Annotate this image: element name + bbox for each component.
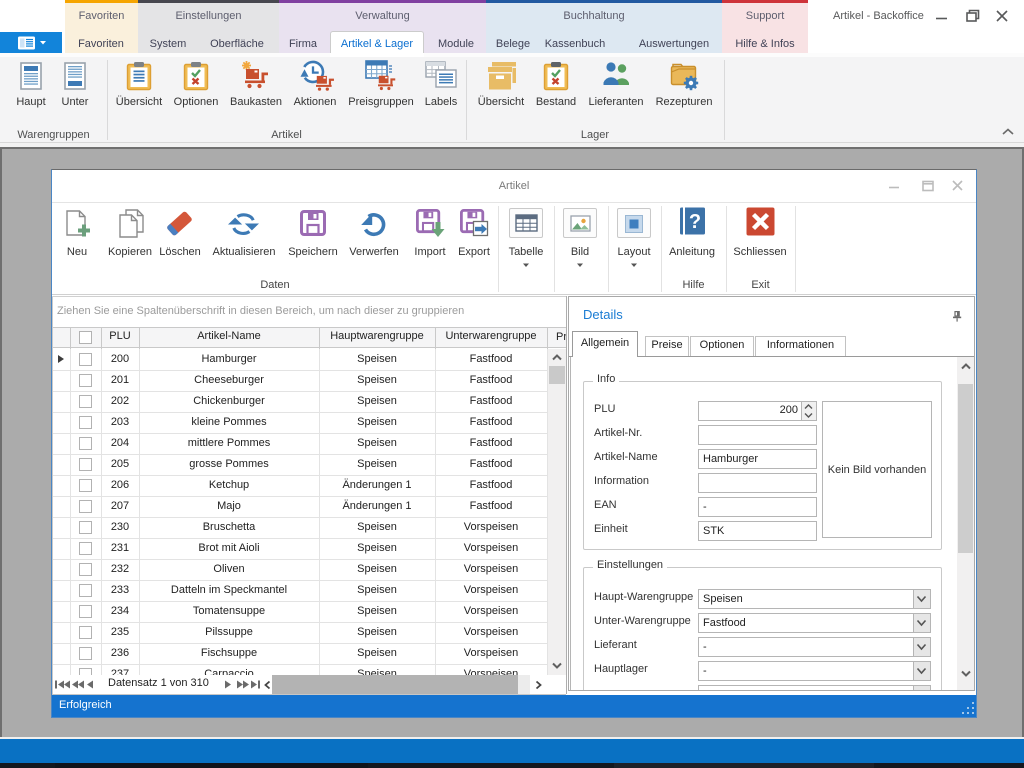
svg-text:?: ? (689, 211, 701, 233)
